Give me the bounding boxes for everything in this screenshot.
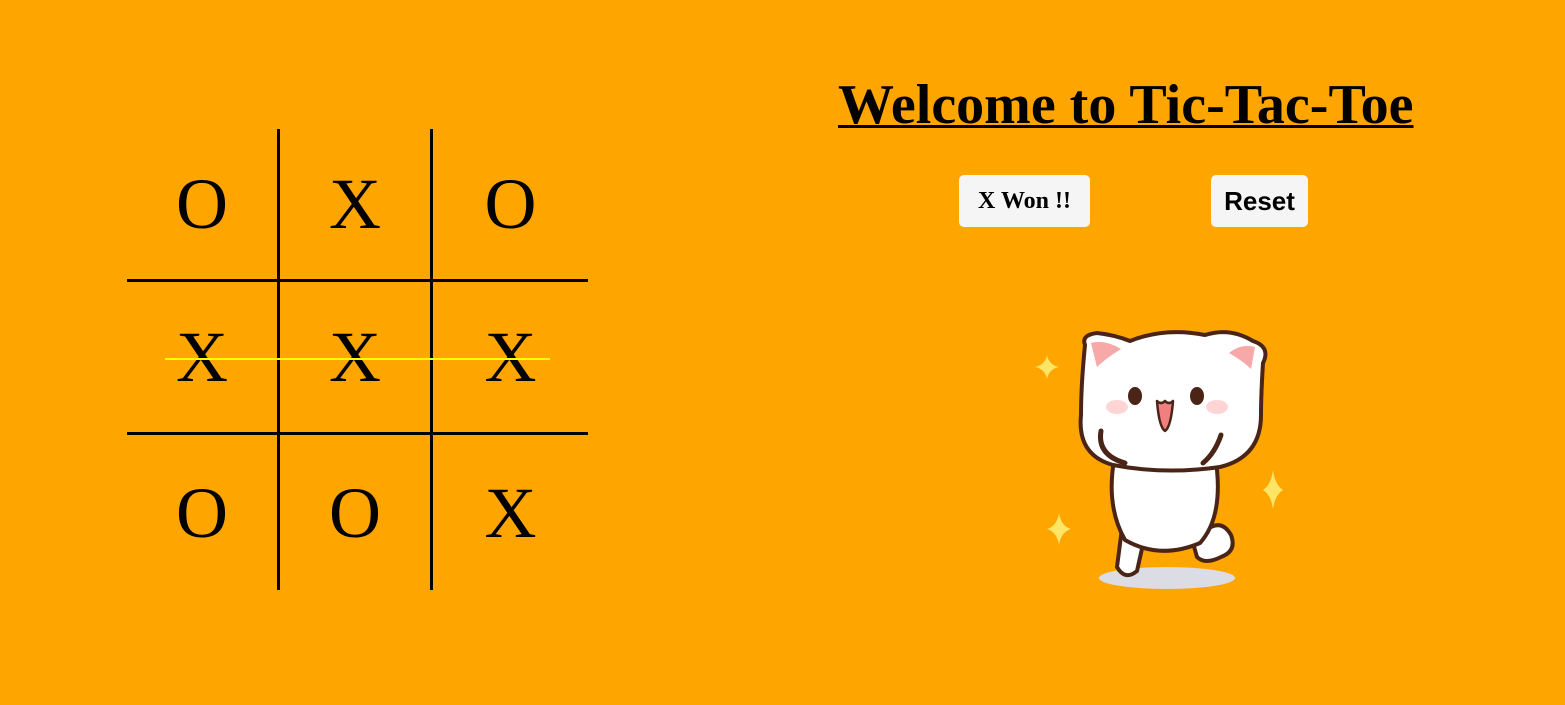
board-cell-2-1[interactable]: O (280, 435, 433, 590)
winning-line (165, 358, 550, 360)
page-title: Welcome to Tic-Tac-Toe (838, 74, 1414, 136)
sparkle-icon (1263, 470, 1283, 509)
cat-cheek (1206, 400, 1228, 414)
cat-eye (1128, 387, 1142, 405)
board-cell-0-2[interactable]: O (433, 129, 588, 282)
sparkle-icon (1047, 513, 1071, 545)
board-cell-2-2[interactable]: X (433, 435, 588, 590)
cat-cheek (1106, 400, 1128, 414)
game-status-button[interactable]: X Won !! (959, 175, 1090, 227)
celebrating-cat-illustration (1035, 330, 1283, 589)
cat-eye (1190, 387, 1204, 405)
board-cell-2-0[interactable]: O (127, 435, 280, 590)
game-page: O X O X X X O O X Welcome to Tic-Tac-Toe… (0, 0, 1565, 705)
board-cell-0-1[interactable]: X (280, 129, 433, 282)
reset-button[interactable]: Reset (1211, 175, 1308, 227)
board-cell-0-0[interactable]: O (127, 129, 280, 282)
sparkle-icon (1035, 355, 1059, 379)
